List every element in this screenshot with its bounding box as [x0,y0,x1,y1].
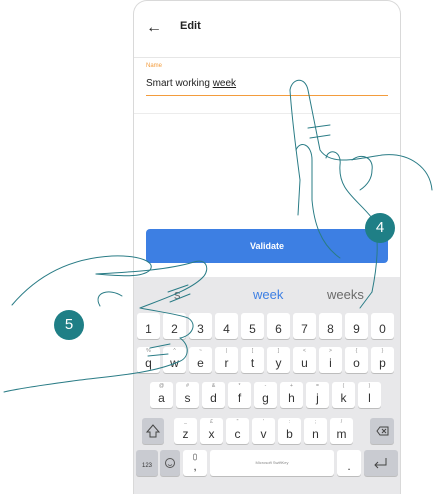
step-badge-4: 4 [365,213,395,243]
pointing-hand-left [3,255,208,393]
pointing-hand-top [289,79,433,309]
hand-illustrations [3,79,433,393]
step-badge-5: 5 [54,310,84,340]
